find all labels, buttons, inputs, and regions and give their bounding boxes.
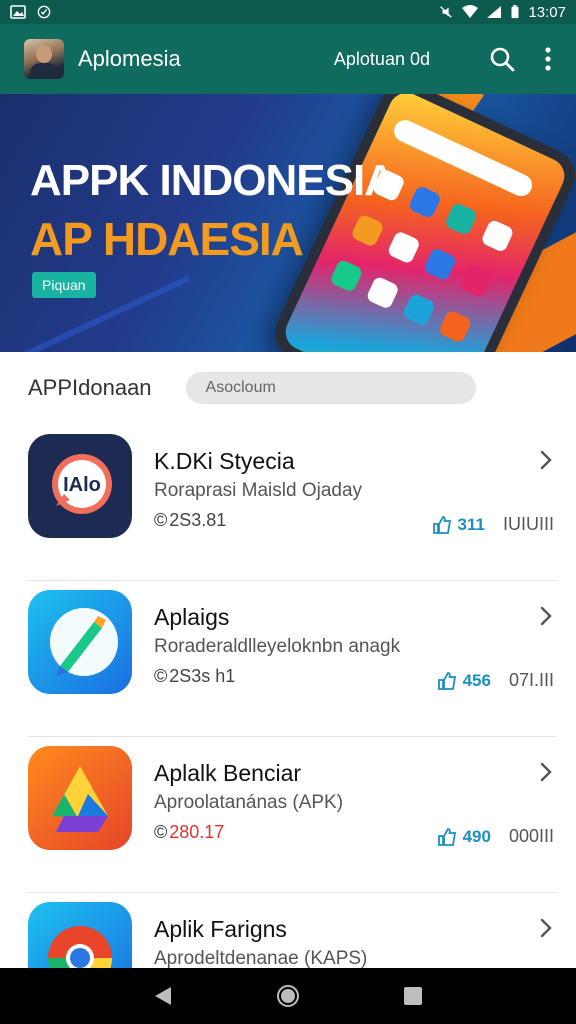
app-tile-icon (365, 275, 400, 311)
download-count: IUIUIII (502, 514, 554, 534)
recents-icon (404, 987, 423, 1005)
chevron-right-icon[interactable] (538, 448, 554, 472)
app-tile-icon (401, 292, 437, 327)
download-count: 07I.III (508, 670, 554, 690)
phone-search-bar (390, 116, 536, 200)
back-button[interactable] (151, 984, 175, 1008)
thumbs-up-icon (437, 671, 456, 690)
app-tile-icon (350, 213, 385, 248)
wifi-icon (462, 5, 479, 18)
app-tile-icon (422, 247, 458, 282)
avatar[interactable] (24, 39, 64, 79)
battery-icon (511, 5, 519, 19)
chevron-right-icon[interactable] (538, 916, 554, 940)
copyright-icon: © (154, 666, 168, 686)
promo-banner[interactable]: APPK INDONESIA AP HDAESIA Piquan (0, 94, 576, 352)
banner-subtitle: AP HDAESIA (30, 213, 304, 265)
copyright-icon: © (154, 510, 168, 530)
signal-icon (487, 6, 502, 18)
home-icon (276, 985, 299, 1007)
search-button[interactable] (488, 45, 516, 73)
app-name: K.DKi Styecia (154, 448, 295, 474)
chat-bubble-icon: IAlo (28, 434, 132, 538)
like-button[interactable]: 490 000III (437, 826, 554, 847)
thumbs-up-icon (437, 827, 456, 846)
app-name: Aplaigs (154, 604, 230, 630)
banner-title: APPK INDONESIA (30, 156, 396, 205)
app-size-value: 2S3.81 (169, 510, 227, 530)
app-description: Roraprasi Maisld Ojaday (154, 480, 363, 501)
thumbs-up-icon (432, 515, 451, 534)
system-nav-bar (0, 968, 576, 1024)
app-description: Roraderaldlleyeloknbn anagk (154, 636, 401, 657)
app-description: Aprodeltdenanae (KAPS) (154, 948, 368, 969)
app-size-value: 280.17 (169, 822, 225, 842)
section-title: APPIdonaan (28, 375, 152, 400)
app-tile-icon (459, 263, 494, 299)
download-count: 000III (508, 826, 554, 846)
app-tile-icon (443, 201, 479, 237)
like-count: 311 (457, 514, 485, 534)
search-input[interactable]: Asocloum (185, 372, 476, 404)
like-count: 456 (462, 670, 491, 690)
copyright-icon: © (154, 822, 168, 842)
more-vert-icon (545, 47, 551, 71)
like-count: 490 (462, 826, 491, 846)
mute-icon (440, 6, 453, 18)
sync-notification-icon (37, 5, 51, 19)
app-bar: Aplomesia Aplotuan 0d (0, 24, 576, 94)
app-tile-icon (386, 230, 422, 265)
app-subtitle[interactable]: Aplotuan 0d (334, 49, 430, 70)
drive-icon (28, 746, 132, 850)
chevron-right-icon[interactable] (538, 760, 554, 784)
status-bar: 13:07 (0, 0, 576, 24)
app-description: Aproolatanánas (APK) (154, 792, 344, 813)
chevron-right-icon[interactable] (538, 604, 554, 628)
pen-icon (28, 590, 132, 694)
app-size: © 2S3s h1 (154, 666, 235, 687)
recents-button[interactable] (401, 984, 425, 1008)
app-name: Aplalk Benciar (154, 760, 302, 786)
overflow-menu-button[interactable] (534, 45, 562, 73)
section-header: APPIdonaan Asocloum (0, 352, 576, 424)
list-item[interactable]: IAlo K.DKi Styecia Roraprasi Maisld Ojad… (0, 424, 576, 580)
app-size: © 2S3.81 (154, 510, 226, 531)
svg-text:IAlo: IAlo (63, 474, 101, 496)
image-notification-icon (10, 5, 26, 19)
app-title: Aplomesia (78, 46, 181, 71)
list-item[interactable]: Aplaigs Roraderaldlleyeloknbn anagk © 2S3… (0, 580, 576, 736)
app-tile-icon (407, 184, 443, 220)
app-size: © 280.17 (154, 822, 224, 843)
app-tile-icon (480, 218, 515, 254)
app-tile-icon (437, 309, 473, 344)
app-name: Aplik Farigns (154, 916, 287, 942)
status-time: 13:07 (528, 3, 566, 21)
like-button[interactable]: 311 IUIUIII (432, 514, 554, 535)
app-list: IAlo K.DKi Styecia Roraprasi Maisld Ojad… (0, 424, 576, 1024)
app-size-value: 2S3s h1 (169, 666, 236, 686)
back-icon (154, 987, 171, 1005)
like-button[interactable]: 456 07I.III (437, 670, 554, 691)
home-button[interactable] (276, 984, 300, 1008)
search-icon (490, 47, 515, 72)
app-tile-icon (329, 258, 364, 294)
list-item[interactable]: Aplalk Benciar Aproolatanánas (APK) © 280… (0, 736, 576, 892)
banner-cta-button[interactable]: Piquan (32, 272, 96, 298)
